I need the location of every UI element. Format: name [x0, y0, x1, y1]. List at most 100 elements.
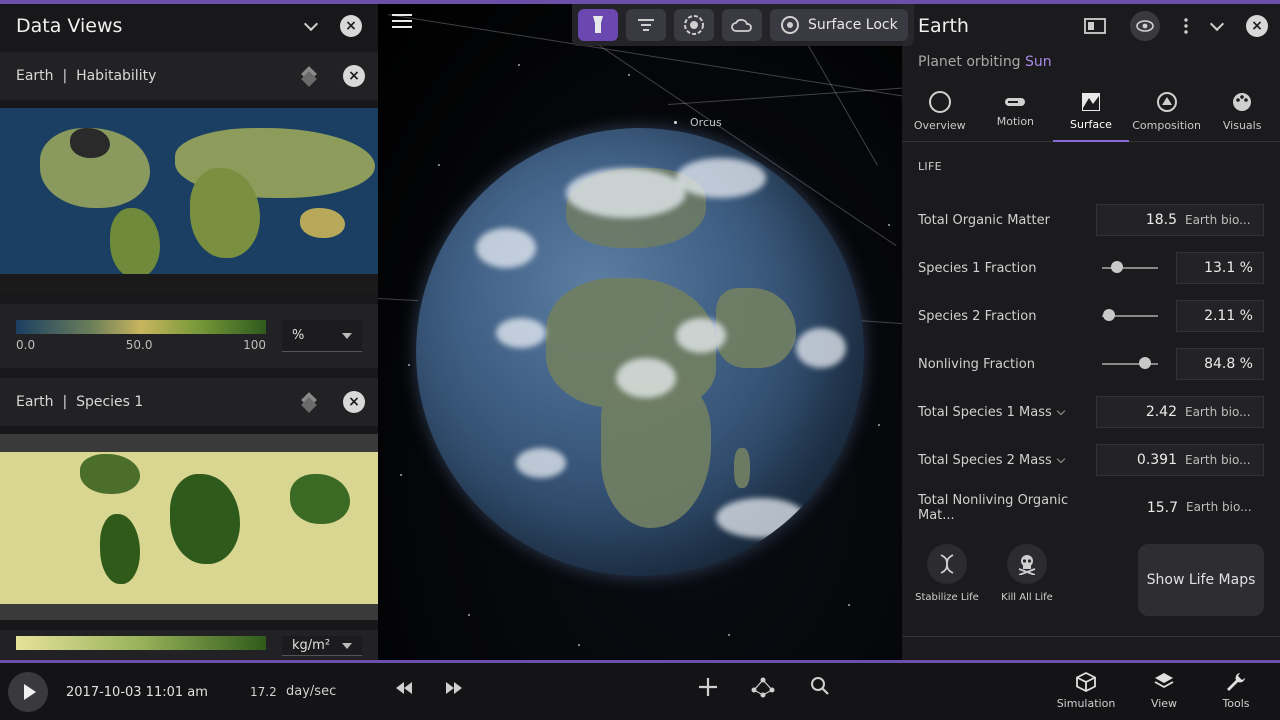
species2-fraction-input[interactable]: 2.11 %: [1176, 300, 1264, 332]
parent-link[interactable]: Sun: [1025, 54, 1052, 70]
kill-all-life-button[interactable]: Kill All Life: [992, 544, 1062, 603]
tools-menu-button[interactable]: Tools: [1206, 671, 1266, 710]
close-icon[interactable]: ×: [1246, 15, 1268, 37]
play-button[interactable]: [8, 672, 48, 712]
field-label[interactable]: Total Species 1 Mass: [918, 405, 1066, 420]
flashlight-button[interactable]: [578, 9, 618, 41]
slider-knob[interactable]: [1102, 309, 1115, 321]
bottom-bar: 2017-10-03 11:01 am 17.2 day/sec Simulat…: [0, 660, 1280, 720]
slider-knob[interactable]: [1110, 261, 1123, 273]
show-life-maps-button[interactable]: Show Life Maps: [1138, 544, 1264, 616]
species1-fraction-input[interactable]: 13.1 %: [1176, 252, 1264, 284]
data-view-title: Earth | Habitability: [16, 68, 157, 84]
wrench-icon: [1227, 673, 1245, 691]
data-view-title: Earth | Species 1: [16, 394, 144, 410]
palette-icon: [1233, 93, 1252, 111]
orcus-marker[interactable]: [674, 121, 677, 124]
fast-forward-icon[interactable]: [444, 679, 464, 700]
top-accent-line: [0, 0, 1280, 4]
play-icon: [23, 684, 36, 700]
surface-icon: [1081, 93, 1100, 111]
sim-datetime[interactable]: 2017-10-03 11:01 am: [66, 685, 208, 700]
surface-lock-icon: [781, 16, 799, 34]
cloud-button[interactable]: [722, 9, 762, 41]
field-label: Species 1 Fraction: [918, 260, 1037, 276]
row-total-species2-mass: Total Species 2 Mass 0.391 Earth bio...: [902, 436, 1280, 484]
nonliving-fraction-input[interactable]: 84.8 %: [1176, 348, 1264, 380]
filter-button[interactable]: [626, 9, 666, 41]
skull-icon: [1007, 544, 1047, 584]
slider-knob[interactable]: [1139, 357, 1152, 369]
layers-icon[interactable]: [299, 66, 319, 87]
species1-fraction-slider[interactable]: [1102, 261, 1158, 273]
simulation-menu-button[interactable]: Simulation: [1056, 671, 1116, 710]
view-menu-button[interactable]: View: [1134, 671, 1194, 710]
tab-composition[interactable]: Composition: [1129, 82, 1205, 141]
surface-lock-label: Surface Lock: [808, 17, 898, 33]
tab-surface[interactable]: Surface: [1053, 82, 1129, 142]
orcus-label[interactable]: Orcus: [690, 116, 722, 129]
field-label: Species 2 Fraction: [918, 308, 1037, 324]
space-viewport[interactable]: Orcus: [378, 4, 902, 660]
species2-fraction-slider[interactable]: [1102, 309, 1158, 321]
more-options-icon[interactable]: [1184, 18, 1188, 34]
search-icon[interactable]: [810, 676, 830, 701]
time-rate-unit[interactable]: day/sec: [286, 684, 336, 699]
expand-chevron-icon[interactable]: [1056, 454, 1066, 463]
surface-lock-button[interactable]: Surface Lock: [770, 9, 908, 41]
field-label: Nonliving Fraction: [918, 356, 1035, 372]
total-organic-matter-input[interactable]: 18.5 Earth bio...: [1096, 204, 1264, 236]
motion-icon: [1005, 98, 1026, 106]
dna-icon: [927, 544, 967, 584]
circle-icon: [928, 91, 951, 113]
close-icon[interactable]: ×: [343, 65, 365, 87]
view-toolbar: Surface Lock: [572, 4, 914, 46]
tab-visuals[interactable]: Visuals: [1204, 82, 1280, 141]
total-species1-mass-input[interactable]: 2.42 Earth bio...: [1096, 396, 1264, 428]
habitability-legend: 0.0 50.0 100 %: [0, 304, 378, 368]
close-icon[interactable]: ×: [340, 15, 362, 37]
total-species2-mass-input[interactable]: 0.391 Earth bio...: [1096, 444, 1264, 476]
field-label[interactable]: Total Species 2 Mass: [918, 453, 1066, 468]
panel-title: Data Views: [16, 15, 123, 37]
composition-icon: [1156, 92, 1177, 112]
nonliving-fraction-slider[interactable]: [1102, 357, 1158, 369]
tab-motion[interactable]: Motion: [978, 82, 1054, 141]
collapse-chevron-icon[interactable]: [303, 16, 319, 32]
menu-icon[interactable]: [392, 14, 412, 32]
row-species1-fraction: Species 1 Fraction 13.1 %: [902, 244, 1280, 292]
time-rate-value[interactable]: 17.2: [250, 685, 277, 699]
add-icon[interactable]: [697, 676, 719, 703]
row-nonliving-fraction: Nonliving Fraction 84.8 %: [902, 340, 1280, 388]
object-title: Earth: [918, 15, 969, 37]
info-tabs: Overview Motion Surface Composition Visu…: [902, 82, 1280, 142]
layers-icon: [1154, 673, 1174, 689]
eye-icon[interactable]: [1130, 11, 1160, 41]
color-scale: [16, 636, 266, 650]
stabilize-life-button[interactable]: Stabilize Life: [912, 544, 982, 603]
life-actions: Stabilize Life Kill All Life Show Life M…: [902, 532, 1280, 628]
sandbox-icon[interactable]: [750, 676, 776, 703]
unit-dropdown[interactable]: kg/m²: [282, 636, 362, 656]
section-life-header: LIFE: [918, 160, 942, 173]
expand-chevron-icon[interactable]: [1056, 406, 1066, 415]
dropdown-arrow-icon: [342, 332, 352, 339]
layers-icon[interactable]: [299, 392, 319, 413]
object-info-panel: Earth × Planet orbiting Sun Overview Mot…: [902, 4, 1280, 660]
tab-overview[interactable]: Overview: [902, 82, 978, 141]
panel-icon[interactable]: [1084, 18, 1106, 34]
habitability-map: [0, 108, 378, 294]
earth-globe[interactable]: [416, 128, 864, 576]
row-total-nonliving-organic-matter: Total Nonliving Organic Mat... 15.7 Eart…: [902, 484, 1280, 532]
orbit-target-button[interactable]: [674, 9, 714, 41]
field-label: Total Organic Matter: [918, 212, 1050, 228]
close-icon[interactable]: ×: [343, 391, 365, 413]
dropdown-arrow-icon: [342, 642, 352, 649]
collapse-chevron-icon[interactable]: [1209, 16, 1225, 32]
unit-dropdown[interactable]: %: [282, 320, 362, 352]
legend-min: 0.0: [16, 338, 36, 352]
rewind-icon[interactable]: [394, 679, 414, 700]
object-subtitle: Planet orbiting Sun: [918, 54, 1052, 70]
legend-max: 100: [243, 338, 266, 352]
species1-legend: kg/m²: [0, 630, 378, 660]
